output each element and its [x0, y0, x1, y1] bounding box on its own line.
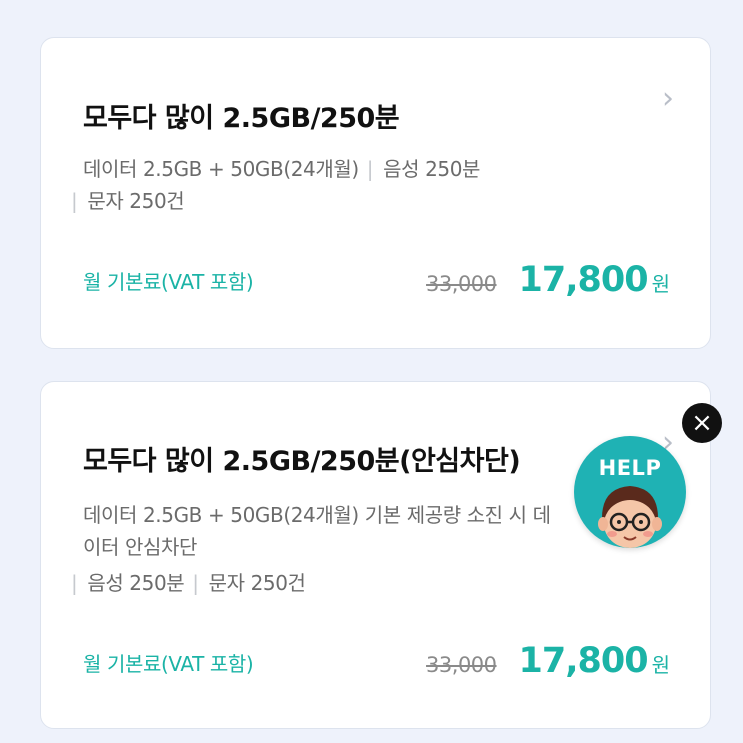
plan-description-line-3: | 음성 250분 | 문자 250건 — [71, 567, 643, 599]
original-price: 33,000 — [426, 653, 497, 677]
voice-spec: 음성 250분 — [383, 157, 481, 181]
sms-spec: 문자 250건 — [87, 189, 185, 213]
discount-price: 17,800 — [518, 641, 649, 681]
sms-spec: 문자 250건 — [208, 571, 306, 595]
monthly-fee-label: 월 기본료(VAT 포함) — [83, 270, 254, 294]
separator: | — [366, 157, 374, 181]
plan-description: 데이터 2.5GB + 50GB(24개월) 기본 제공량 소진 시 데 이터 … — [71, 499, 643, 599]
plan-card-1[interactable]: › 모두다 많이 2.5GB/250분 데이터 2.5GB + 50GB(24개… — [40, 37, 711, 349]
plan-title: 모두다 많이 2.5GB/250분(안심차단) — [83, 446, 521, 477]
voice-spec: 음성 250분 — [87, 571, 185, 595]
monthly-fee-label: 월 기본료(VAT 포함) — [83, 652, 254, 676]
plan-description-line-2: 이터 안심차단 — [83, 535, 197, 559]
help-chatbot-button[interactable]: HELP — [574, 436, 686, 548]
plan-description-line-1: 데이터 2.5GB + 50GB(24개월) 기본 제공량 소진 시 데 — [83, 503, 551, 527]
plan-card-2[interactable]: › 모두다 많이 2.5GB/250분(안심차단) 데이터 2.5GB + 50… — [40, 381, 711, 729]
plan-description-line-2: | 문자 250건 — [71, 185, 643, 217]
separator: | — [192, 571, 199, 595]
price: 33,000 17,800 원 — [426, 260, 670, 300]
data-spec: 데이터 2.5GB + 50GB(24개월) — [83, 157, 359, 181]
close-icon[interactable]: × — [682, 403, 722, 443]
price: 33,000 17,800 원 — [426, 641, 670, 681]
separator: | — [71, 189, 78, 213]
chevron-right-icon: › — [662, 81, 674, 116]
plan-title: 모두다 많이 2.5GB/250분 — [83, 103, 400, 134]
currency-unit: 원 — [651, 653, 670, 677]
plan-description: 데이터 2.5GB + 50GB(24개월) | 음성 250분 | 문자 250건 — [71, 153, 643, 217]
currency-unit: 원 — [651, 272, 670, 296]
plan-description-line-1: 데이터 2.5GB + 50GB(24개월) | 음성 250분 — [83, 153, 643, 185]
discount-price: 17,800 — [518, 260, 649, 300]
original-price: 33,000 — [426, 272, 497, 296]
separator: | — [71, 571, 78, 595]
character-avatar-icon — [598, 486, 662, 548]
